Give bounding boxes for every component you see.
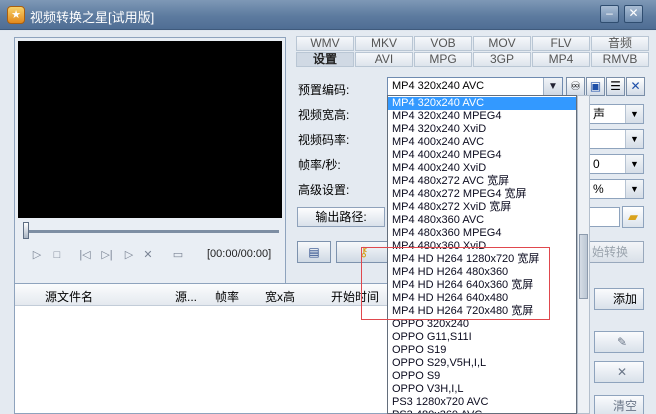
- tab-wmv[interactable]: WMV: [296, 36, 354, 51]
- binoculars-icon[interactable]: ♾: [566, 77, 585, 96]
- title-bar: ★ 视频转换之星[试用版] – ✕: [0, 0, 656, 30]
- remove-icon[interactable]: ✕: [594, 361, 644, 383]
- tab-rmvb[interactable]: RMVB: [591, 52, 649, 67]
- add-button[interactable]: 添加: [594, 288, 644, 310]
- dropdown-option[interactable]: OPPO S19: [388, 344, 576, 357]
- format-tabs: WMV MKV VOB MOV FLV 音频 设置 AVI MPG 3GP MP…: [296, 36, 651, 68]
- seek-bar[interactable]: [23, 230, 279, 233]
- next-icon[interactable]: ▷|: [99, 248, 115, 262]
- dropdown-option[interactable]: OPPO V3H,I,L: [388, 383, 576, 396]
- chevron-down-icon[interactable]: ▼: [625, 155, 643, 173]
- screen-icon[interactable]: ▭: [169, 248, 187, 262]
- preset-label: 预置编码:: [298, 83, 350, 97]
- dropdown-option[interactable]: OPPO S29,V5H,I,L: [388, 357, 576, 370]
- dropdown-option[interactable]: MP4 480x360 AVC: [388, 214, 576, 227]
- output-path-button[interactable]: 输出路径:: [297, 207, 385, 227]
- tab-mkv[interactable]: MKV: [355, 36, 413, 51]
- tab-vob[interactable]: VOB: [414, 36, 472, 51]
- dropdown-option[interactable]: MP4 400x240 MPEG4: [388, 149, 576, 162]
- annotation-highlight-box: [361, 247, 550, 320]
- clear-button-label: 清空: [612, 399, 637, 413]
- dropdown-option[interactable]: MP4 480x360 MPEG4: [388, 227, 576, 240]
- scroll-thumb[interactable]: [579, 234, 588, 299]
- dropdown-option[interactable]: OPPO S9: [388, 370, 576, 383]
- list-icon[interactable]: ▤: [297, 241, 331, 263]
- dropdown-option[interactable]: MP4 320x240 XviD: [388, 123, 576, 136]
- chevron-down-icon[interactable]: ▼: [625, 130, 643, 148]
- edit-icon[interactable]: ✎: [594, 331, 644, 353]
- width-height-label: 视频宽高:: [298, 108, 350, 122]
- save-icon[interactable]: ▣: [586, 77, 605, 96]
- chevron-down-icon[interactable]: ▼: [543, 78, 562, 95]
- window-title: 视频转换之星[试用版]: [30, 10, 155, 25]
- tab-flv[interactable]: FLV: [532, 36, 590, 51]
- audio-field-value: 声: [593, 107, 606, 121]
- quality-field-value: %: [593, 182, 604, 196]
- video-preview: [18, 41, 282, 218]
- dropdown-option[interactable]: PS3 1280x720 AVC: [388, 396, 576, 409]
- dropdown-scrollbar[interactable]: [577, 95, 590, 414]
- tab-3gp[interactable]: 3GP: [473, 52, 531, 67]
- chevron-down-icon[interactable]: ▼: [625, 105, 643, 123]
- dropdown-option[interactable]: MP4 400x240 AVC: [388, 136, 576, 149]
- player-panel: ▷ □ |◁ ▷| ▷ ✕ ▭ [00:00/00:00]: [14, 37, 286, 303]
- add-button-label: 添加: [612, 292, 637, 306]
- dropdown-option[interactable]: MP4 400x240 XviD: [388, 162, 576, 175]
- column-source-name[interactable]: 源文件名: [45, 288, 93, 305]
- folder-icon[interactable]: ▰: [622, 206, 644, 228]
- stop-icon[interactable]: □: [51, 248, 63, 262]
- close-icon[interactable]: ✕: [624, 5, 643, 23]
- time-display: [00:00/00:00]: [207, 248, 272, 260]
- fps-field-value: 0: [593, 157, 600, 171]
- delete-icon[interactable]: ✕: [626, 77, 645, 96]
- cut-icon[interactable]: ✕: [141, 248, 155, 262]
- seek-handle[interactable]: [23, 222, 29, 239]
- prev-icon[interactable]: |◁: [77, 248, 93, 262]
- tab-audio[interactable]: 音频: [591, 36, 649, 51]
- dropdown-option[interactable]: MP4 320x240 AVC: [388, 97, 576, 110]
- tab-mpg[interactable]: MPG: [414, 52, 472, 67]
- column-source[interactable]: 源...: [175, 288, 197, 305]
- preset-select[interactable]: MP4 320x240 AVC: [387, 77, 563, 96]
- app-logo-icon: ★: [7, 6, 25, 24]
- forward-icon[interactable]: ▷: [123, 248, 135, 262]
- bitrate-label: 视频码率:: [298, 133, 350, 147]
- properties-icon[interactable]: ☰: [606, 77, 625, 96]
- dropdown-option[interactable]: OPPO G11,S11I: [388, 331, 576, 344]
- dropdown-option[interactable]: MP4 480x272 AVC 宽屏: [388, 175, 576, 188]
- dropdown-option[interactable]: MP4 320x240 MPEG4: [388, 110, 576, 123]
- tab-mp4[interactable]: MP4: [532, 52, 590, 67]
- minimize-icon[interactable]: –: [600, 5, 619, 23]
- tab-mov[interactable]: MOV: [473, 36, 531, 51]
- fps-label: 帧率/秒:: [298, 158, 341, 172]
- clear-button[interactable]: 清空: [594, 395, 644, 414]
- column-fps[interactable]: 帧率: [215, 288, 239, 305]
- dropdown-option[interactable]: MP4 480x272 XviD 宽屏: [388, 201, 576, 214]
- advanced-label: 高级设置:: [298, 183, 350, 197]
- tab-settings[interactable]: 设置: [296, 52, 354, 67]
- column-size[interactable]: 宽x高: [265, 288, 295, 305]
- play-icon[interactable]: ▷: [31, 248, 43, 262]
- dropdown-option[interactable]: MP4 480x272 MPEG4 宽屏: [388, 188, 576, 201]
- dropdown-option[interactable]: PS3 480x360 AVC: [388, 409, 576, 413]
- chevron-down-icon[interactable]: ▼: [625, 180, 643, 198]
- tab-avi[interactable]: AVI: [355, 52, 413, 67]
